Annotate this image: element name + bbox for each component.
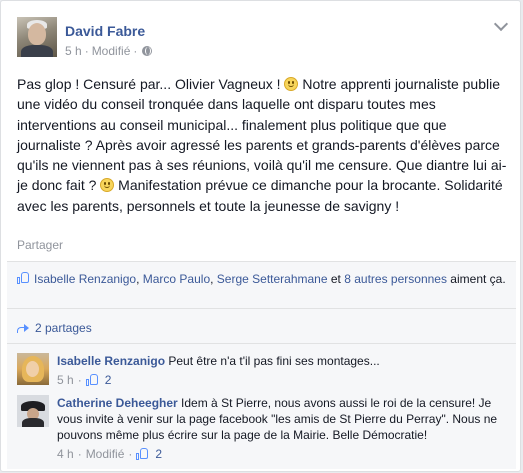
meta-separator: ·	[77, 373, 82, 387]
like-count-value: 2	[155, 447, 163, 461]
comment-body: Isabelle Renzanigo Peut être n'a t'il pa…	[57, 353, 507, 388]
author-avatar[interactable]	[17, 17, 57, 57]
share-icon	[17, 323, 29, 333]
avatar-face	[28, 23, 46, 45]
share-button[interactable]: Partager	[17, 238, 63, 252]
likes-others-link[interactable]: 8 autres personnes	[344, 272, 447, 286]
likes-comma: ,	[210, 272, 217, 286]
post-header: David Fabre 5 h · Modifié ·	[17, 17, 507, 63]
liker-name[interactable]: Isabelle Renzanigo	[34, 272, 136, 286]
meta-separator: ·	[84, 44, 89, 58]
likes-and: et	[327, 272, 345, 286]
post-text-part-1: Pas glop ! Censuré par... Olivier Vagneu…	[17, 76, 285, 92]
shares-link[interactable]: 2 partages	[17, 321, 92, 335]
comment-body: Catherine Deheegher Idem à St Pierre, no…	[57, 395, 507, 462]
feedback-section: Isabelle Renzanigo, Marco Paulo, Serge S…	[7, 261, 516, 469]
post-text-part-2: Notre apprenti journaliste publie une vi…	[17, 76, 507, 194]
smiley-icon	[284, 77, 299, 91]
meta-separator-2: ·	[133, 44, 138, 58]
globe-icon[interactable]	[142, 46, 153, 56]
like-icon	[85, 374, 99, 386]
post-meta: 5 h · Modifié ·	[65, 44, 153, 58]
like-count-value: 2	[104, 373, 112, 387]
comment-text: Peut être n'a t'il pas fini ses montages…	[168, 354, 380, 368]
post-text: Pas glop ! Censuré par... Olivier Vagneu…	[17, 74, 509, 216]
comment-meta: 4 h · Modifié · 2	[57, 446, 507, 462]
avatar[interactable]	[17, 353, 49, 385]
liker-name[interactable]: Marco Paulo	[143, 272, 210, 286]
comment-author[interactable]: Isabelle Renzanigo	[57, 354, 165, 368]
avatar-face	[26, 361, 39, 377]
comment-time[interactable]: 5 h	[57, 372, 74, 388]
likes-suffix: aiment ça.	[446, 272, 506, 286]
post-time[interactable]: 5 h	[65, 44, 82, 58]
likes-summary: Isabelle Renzanigo, Marco Paulo, Serge S…	[17, 271, 507, 287]
comment-time[interactable]: 4 h	[57, 446, 74, 462]
like-icon	[136, 448, 149, 460]
avatar[interactable]	[17, 395, 49, 427]
like-icon	[17, 272, 30, 284]
post-card: David Fabre 5 h · Modifié · Pas glop ! C…	[0, 0, 521, 472]
avatar-suit	[21, 45, 53, 57]
comment-like-count[interactable]: 2	[136, 446, 162, 462]
liker-name[interactable]: Serge Setterahmane	[217, 272, 328, 286]
comment-edited[interactable]: Modifié	[86, 446, 125, 462]
comment-author[interactable]: Catherine Deheegher	[57, 396, 178, 410]
shares-count[interactable]: 2 partages	[35, 321, 92, 335]
comment-content: Catherine Deheegher Idem à St Pierre, no…	[57, 395, 507, 443]
comment-like-count[interactable]: 2	[85, 372, 112, 388]
post-author[interactable]: David Fabre	[65, 23, 145, 39]
comment-content: Isabelle Renzanigo Peut être n'a t'il pa…	[57, 353, 507, 369]
likes-comma: ,	[136, 272, 143, 286]
post-edited[interactable]: Modifié	[92, 44, 131, 58]
comment-meta: 5 h · 2	[57, 372, 507, 388]
divider	[7, 343, 516, 344]
divider	[7, 308, 516, 309]
avatar-body	[22, 418, 44, 427]
smiley-icon	[100, 178, 115, 193]
meta-separator: ·	[77, 447, 82, 461]
meta-separator-2: ·	[128, 447, 133, 461]
